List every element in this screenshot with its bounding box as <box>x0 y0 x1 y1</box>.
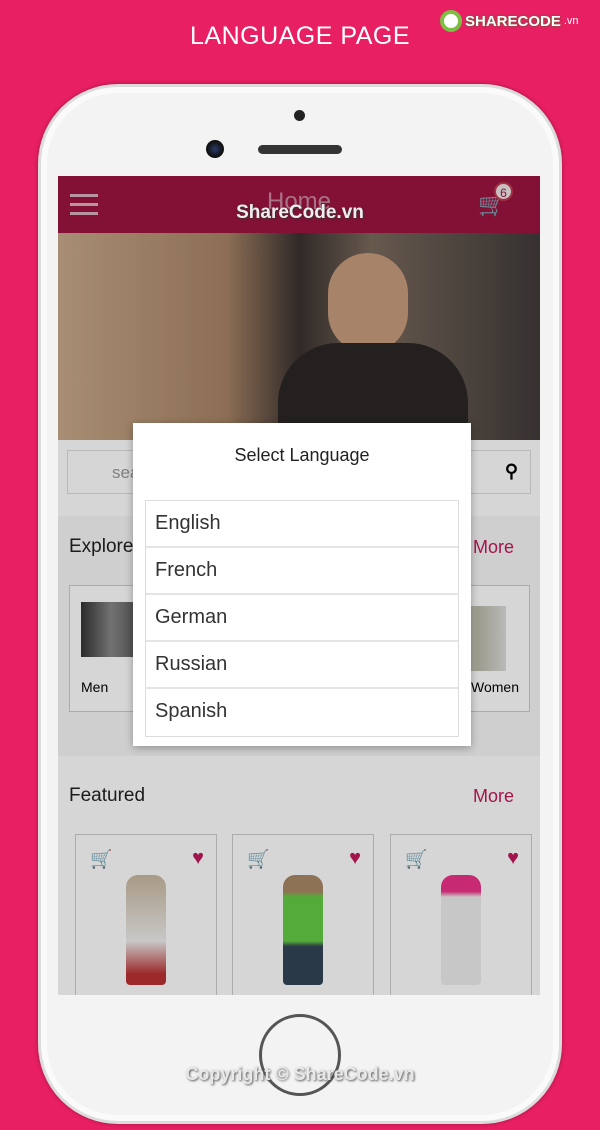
camera-icon <box>206 140 224 158</box>
language-dialog: Select Language English French German Ru… <box>133 423 471 746</box>
sensor <box>294 110 305 121</box>
language-option-german[interactable]: German <box>146 595 458 642</box>
logo-icon <box>440 10 462 32</box>
copyright: Copyright © ShareCode.vn <box>185 1064 415 1084</box>
sharecode-logo: SHARECODE .vn <box>440 10 579 32</box>
language-list: English French German Russian Spanish <box>145 500 459 737</box>
speaker <box>258 145 342 154</box>
language-option-russian[interactable]: Russian <box>146 642 458 689</box>
dialog-title: Select Language <box>234 445 370 465</box>
language-option-french[interactable]: French <box>146 548 458 595</box>
language-option-english[interactable]: English <box>146 501 458 548</box>
language-option-spanish[interactable]: Spanish <box>146 689 458 736</box>
watermark: ShareCode.vn <box>236 202 364 223</box>
